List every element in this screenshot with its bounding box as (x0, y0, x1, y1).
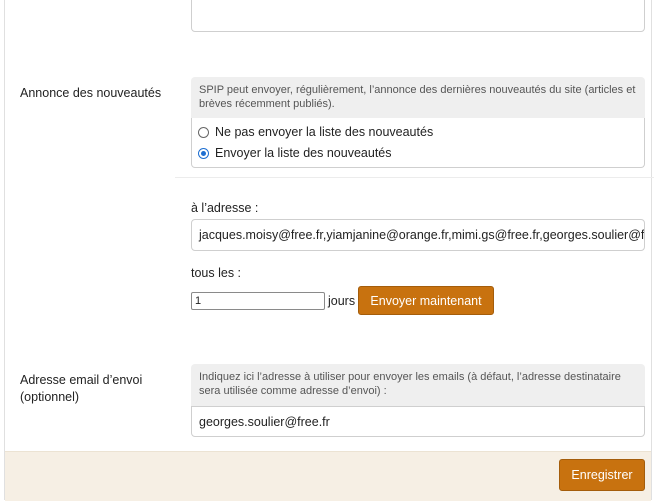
jours-input[interactable]: 1 (191, 292, 325, 310)
jours-input-value: 1 (195, 295, 202, 307)
form-footer (5, 451, 651, 501)
send-now-button[interactable]: Envoyer maintenant (358, 286, 494, 315)
adresse-label: à l’adresse : (191, 201, 259, 215)
right-border (651, 0, 652, 500)
email-envoi-label-line1: Adresse email d’envoi (20, 373, 143, 387)
radio-send[interactable] (198, 147, 209, 159)
radio-option-no-send[interactable]: Ne pas envoyer la liste des nouveautés (198, 125, 433, 139)
radio-send-label: Envoyer la liste des nouveautés (215, 146, 392, 160)
email-envoi-label: Adresse email d’envoi (optionnel) (20, 372, 142, 406)
radio-option-send[interactable]: Envoyer la liste des nouveautés (198, 146, 392, 160)
adresse-input-value: jacques.moisy@free.fr,yiamjanine@orange.… (199, 228, 645, 242)
radio-no-send-label: Ne pas envoyer la liste des nouveautés (215, 125, 434, 139)
email-envoi-label-line2: (optionnel) (20, 390, 80, 404)
tous-les-label: tous les : (191, 266, 242, 280)
email-envoi-explication: Indiquez ici l’adresse à utiliser pour e… (191, 364, 645, 406)
annonce-radio-group: Ne pas envoyer la liste des nouveautés E… (191, 118, 645, 168)
left-border (4, 0, 5, 500)
annonce-label: Annonce des nouveautés (20, 86, 162, 100)
previous-textarea[interactable] (191, 0, 645, 32)
email-envoi-input-value: georges.soulier@free.fr (199, 414, 330, 429)
section-divider (175, 177, 654, 178)
jours-label: jours (328, 294, 356, 308)
radio-no-send[interactable] (198, 126, 209, 138)
adresse-input[interactable]: jacques.moisy@free.fr,yiamjanine@orange.… (191, 219, 645, 251)
email-envoi-input[interactable]: georges.soulier@free.fr (191, 406, 645, 437)
annonce-explication: SPIP peut envoyer, régulièrement, l’anno… (191, 77, 645, 118)
save-button[interactable]: Enregistrer (559, 459, 645, 491)
